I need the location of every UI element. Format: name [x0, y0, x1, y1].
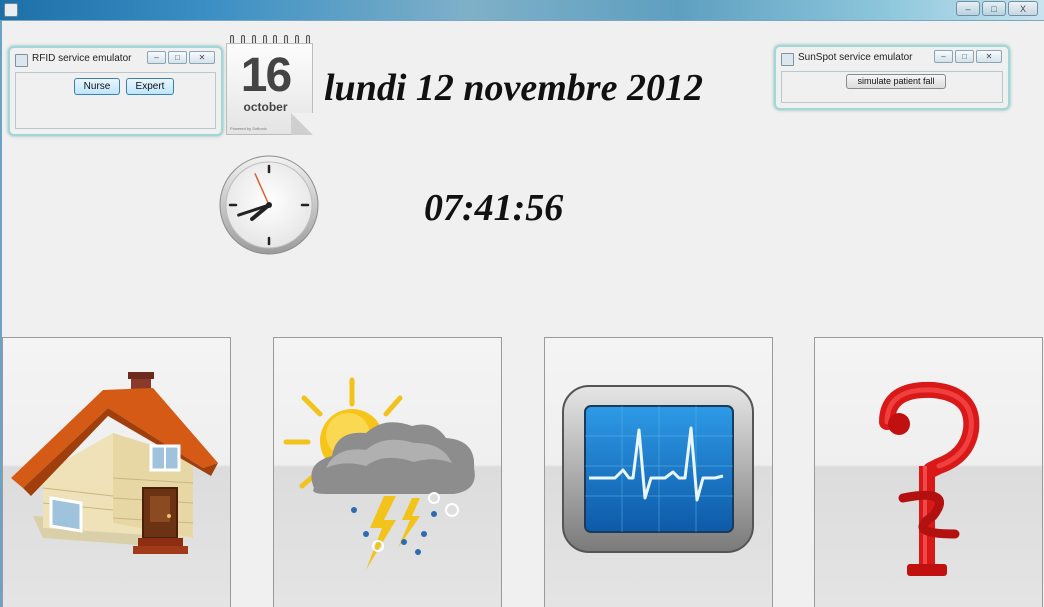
- sunspot-window-content: simulate patient fall: [781, 71, 1003, 103]
- rfid-emulator-window: RFID service emulator – □ ✕ Nurse Expert: [8, 46, 223, 136]
- sunspot-window-controls: – □ ✕: [934, 50, 1002, 63]
- weather-tile[interactable]: [273, 337, 502, 607]
- rfid-close-button[interactable]: ✕: [189, 51, 215, 64]
- window-controls: – □ X: [956, 1, 1038, 16]
- rfid-maximize-button[interactable]: □: [168, 51, 187, 64]
- sunspot-emulator-window: SunSpot service emulator – □ ✕ simulate …: [774, 45, 1010, 110]
- monitor-tile[interactable]: [544, 337, 773, 607]
- current-date: lundi 12 novembre 2012: [324, 67, 703, 109]
- calendar-widget: 16 october Powered by Softonic: [226, 35, 313, 135]
- medical-tile[interactable]: [814, 337, 1043, 607]
- nurse-button[interactable]: Nurse: [74, 78, 120, 95]
- current-time: 07:41:56: [424, 187, 564, 229]
- maximize-button[interactable]: □: [982, 1, 1006, 16]
- close-button[interactable]: X: [1008, 1, 1038, 16]
- heart-monitor-icon: [562, 385, 754, 553]
- expert-button[interactable]: Expert: [126, 78, 174, 95]
- calendar-day: 16: [240, 49, 292, 102]
- rfid-window-content: Nurse Expert: [15, 72, 216, 129]
- java-app-icon: [781, 53, 794, 66]
- rfid-window-title: RFID service emulator: [32, 53, 132, 64]
- minimize-button[interactable]: –: [956, 1, 980, 16]
- simulate-patient-fall-button[interactable]: simulate patient fall: [846, 74, 946, 89]
- sunspot-minimize-button[interactable]: –: [934, 50, 953, 63]
- rfid-window-title-bar[interactable]: RFID service emulator – □ ✕: [10, 48, 221, 72]
- home-tile[interactable]: [2, 337, 231, 607]
- main-title-bar[interactable]: – □ X: [0, 0, 1044, 21]
- rfid-minimize-button[interactable]: –: [147, 51, 166, 64]
- java-app-icon: [15, 54, 28, 67]
- calendar-footer: Powered by Softonic: [230, 126, 267, 131]
- sunspot-window-title-bar[interactable]: SunSpot service emulator – □ ✕: [776, 47, 1008, 71]
- sunspot-window-title: SunSpot service emulator: [798, 52, 913, 63]
- calendar-month: october: [243, 100, 288, 114]
- house-icon: [11, 372, 218, 554]
- page-curl: [291, 113, 313, 135]
- medical-symbol-icon: [879, 381, 980, 576]
- calendar-page: 16 october Powered by Softonic: [226, 43, 313, 135]
- rfid-window-controls: – □ ✕: [147, 51, 215, 64]
- weather-storm-icon: [283, 377, 475, 570]
- sunspot-close-button[interactable]: ✕: [976, 50, 1002, 63]
- sunspot-maximize-button[interactable]: □: [955, 50, 974, 63]
- analog-clock-icon: [219, 155, 319, 255]
- java-app-icon: [4, 3, 18, 17]
